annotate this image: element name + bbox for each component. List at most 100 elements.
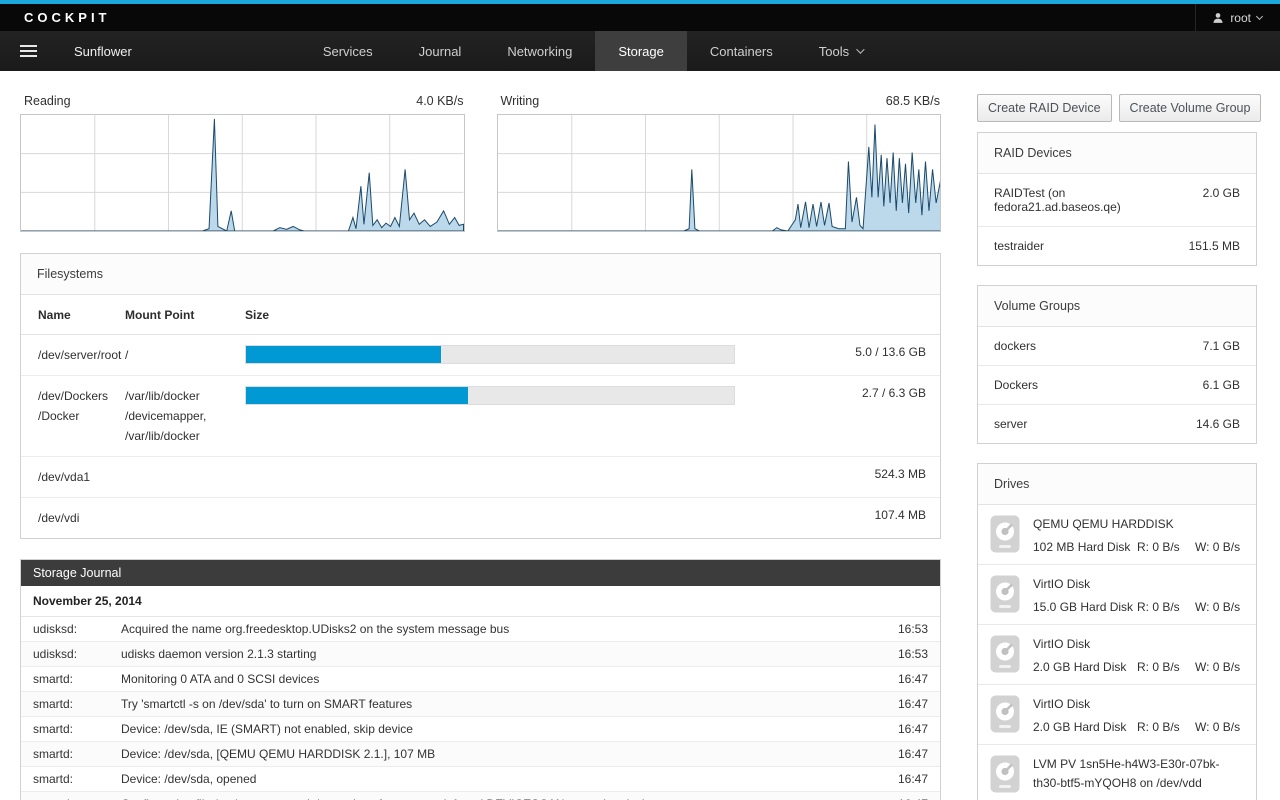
volume-group-size: 14.6 GB <box>1196 417 1240 431</box>
volume-group-size: 7.1 GB <box>1203 339 1240 353</box>
drives-panel: Drives QEMU QEMU HARDDISK <box>977 463 1257 800</box>
nav-item-label: Journal <box>419 44 462 59</box>
drive-row[interactable]: VirtIO Disk 15.0 GB Hard Disk R: 0 B/s W… <box>978 564 1256 624</box>
volume-group-name: dockers <box>994 339 1036 353</box>
filesystem-row[interactable]: /dev/Dockers/Docker /var/lib/docker/devi… <box>21 376 940 457</box>
journal-time: 16:47 <box>868 672 928 686</box>
fs-mount-point <box>125 498 245 539</box>
drive-read-rate: R: 0 B/s <box>1137 539 1195 555</box>
journal-service: udisksd: <box>33 622 121 636</box>
drive-read-rate: R: 0 B/s <box>1137 659 1195 675</box>
drive-row[interactable]: LVM PV 1sn5He-h4W3-E30r-07bk-th30-btf5-m… <box>978 744 1256 800</box>
journal-entry-row[interactable]: smartd: Try 'smartctl -s on /dev/sda' to… <box>21 692 940 717</box>
volume-group-row[interactable]: server 14.6 GB <box>978 404 1256 443</box>
nav-item[interactable]: Services <box>300 31 396 71</box>
drive-name: VirtIO Disk <box>1033 635 1244 654</box>
journal-service: smartd: <box>33 722 121 736</box>
brand-bar: COCKPIT root <box>0 4 1280 31</box>
fs-usage-fill <box>246 346 441 363</box>
nav-item-label: Services <box>323 44 373 59</box>
user-name: root <box>1230 11 1251 25</box>
journal-entry-row[interactable]: udisksd: Acquired the name org.freedeskt… <box>21 617 940 642</box>
drive-read-rate: R: 0 B/s <box>1137 599 1195 615</box>
fs-col-mount: Mount Point <box>125 295 245 335</box>
volume-group-row[interactable]: Dockers 6.1 GB <box>978 365 1256 404</box>
drive-row[interactable]: VirtIO Disk 2.0 GB Hard Disk R: 0 B/s W:… <box>978 684 1256 744</box>
journal-entry-row[interactable]: udisksd: udisks daemon version 2.1.3 sta… <box>21 642 940 667</box>
hard-disk-icon <box>990 755 1020 793</box>
drives-title: Drives <box>978 464 1256 504</box>
journal-entry-row[interactable]: smartd: Device: /dev/sda, IE (SMART) not… <box>21 717 940 742</box>
hard-disk-icon <box>990 695 1020 733</box>
nav-item[interactable]: Tools <box>796 31 885 71</box>
filesystems-panel-title: Filesystems <box>21 254 940 295</box>
volume-group-row[interactable]: dockers 7.1 GB <box>978 326 1256 365</box>
journal-entry-row[interactable]: smartd: Monitoring 0 ATA and 0 SCSI devi… <box>21 667 940 692</box>
drive-row[interactable]: QEMU QEMU HARDDISK 102 MB Hard Disk R: 0… <box>978 504 1256 564</box>
nav-item[interactable]: Storage <box>595 31 687 71</box>
chevron-down-icon <box>1256 12 1263 19</box>
fs-size: 107.4 MB <box>739 498 940 539</box>
hard-disk-icon <box>990 515 1020 553</box>
raid-devices-title: RAID Devices <box>978 133 1256 173</box>
drive-row[interactable]: VirtIO Disk 2.0 GB Hard Disk R: 0 B/s W:… <box>978 624 1256 684</box>
writing-chart-title: Writing <box>501 94 540 108</box>
filesystem-row[interactable]: /dev/server/root / 5.0 / 13.6 GB <box>21 335 940 376</box>
chevron-down-icon <box>856 45 864 53</box>
journal-time: 16:47 <box>868 722 928 736</box>
main-nav: Sunflower Services Journal Networking St… <box>0 31 1280 71</box>
writing-chart-rate: 68.5 KB/s <box>886 94 940 108</box>
io-charts: Reading 4.0 KB/s Writing 68.5 KB/s <box>20 94 941 232</box>
create-raid-device-button[interactable]: Create RAID Device <box>977 94 1112 122</box>
filesystem-row[interactable]: /dev/vdi 107.4 MB <box>21 498 940 539</box>
journal-panel-title: Storage Journal <box>21 560 940 586</box>
nav-item[interactable]: Journal <box>396 31 485 71</box>
journal-message: Monitoring 0 ATA and 0 SCSI devices <box>121 672 868 686</box>
create-volume-group-button[interactable]: Create Volume Group <box>1119 94 1262 122</box>
nav-item-label: Networking <box>507 44 572 59</box>
journal-time: 16:53 <box>868 647 928 661</box>
writing-chart-plot <box>497 114 942 232</box>
drive-name: QEMU QEMU HARDDISK <box>1033 515 1244 534</box>
volume-group-size: 6.1 GB <box>1203 378 1240 392</box>
fs-name: /dev/server/root <box>21 335 125 376</box>
journal-message: Device: /dev/sda, IE (SMART) not enabled… <box>121 722 868 736</box>
volume-group-name: server <box>994 417 1027 431</box>
journal-time: 16:53 <box>868 622 928 636</box>
volume-group-name: Dockers <box>994 378 1038 392</box>
raid-device-row[interactable]: testraider 151.5 MB <box>978 226 1256 265</box>
journal-message: Try 'smartctl -s on /dev/sda' to turn on… <box>121 697 868 711</box>
drive-size: 2.0 GB Hard Disk <box>1033 659 1137 675</box>
journal-date-header: November 25, 2014 <box>21 586 940 617</box>
journal-entry-row[interactable]: smartd: Device: /dev/sda, opened 16:47 <box>21 767 940 792</box>
fs-size: 2.7 / 6.3 GB <box>739 376 940 457</box>
nav-item[interactable]: Networking <box>484 31 595 71</box>
raid-device-name: testraider <box>994 239 1044 253</box>
fs-name: /dev/vda1 <box>21 457 125 498</box>
fs-usage-bar <box>245 386 735 405</box>
drive-name: LVM PV 1sn5He-h4W3-E30r-07bk-th30-btf5-m… <box>1033 755 1244 793</box>
reading-chart: Reading 4.0 KB/s <box>20 94 465 232</box>
nav-item[interactable]: Containers <box>687 31 796 71</box>
hamburger-menu-button[interactable] <box>0 31 56 71</box>
filesystem-row[interactable]: /dev/vda1 524.3 MB <box>21 457 940 498</box>
raid-device-size: 2.0 GB <box>1203 186 1240 214</box>
nav-item-label: Containers <box>710 44 773 59</box>
reading-chart-rate: 4.0 KB/s <box>416 94 463 108</box>
journal-entry-row[interactable]: smartd: Configuration file /etc/smartmon… <box>21 792 940 800</box>
volume-groups-title: Volume Groups <box>978 286 1256 326</box>
journal-entry-row[interactable]: smartd: Device: /dev/sda, [QEMU QEMU HAR… <box>21 742 940 767</box>
hostname-selector[interactable]: Sunflower <box>56 31 150 71</box>
nav-item-label: Storage <box>618 44 664 59</box>
fs-mount-point: /var/lib/docker/devicemapper,/var/lib/do… <box>125 376 245 457</box>
fs-name: /dev/vdi <box>21 498 125 539</box>
raid-device-name: RAIDTest (on fedora21.ad.baseos.qe) <box>994 186 1195 214</box>
journal-time: 16:47 <box>868 747 928 761</box>
user-menu[interactable]: root <box>1195 4 1280 31</box>
journal-service: smartd: <box>33 747 121 761</box>
raid-device-row[interactable]: RAIDTest (on fedora21.ad.baseos.qe) 2.0 … <box>978 173 1256 226</box>
drive-name: VirtIO Disk <box>1033 695 1244 714</box>
nav-item-label: Tools <box>819 44 849 59</box>
drive-read-rate: R: 0 B/s <box>1137 719 1195 735</box>
user-icon <box>1212 12 1224 24</box>
